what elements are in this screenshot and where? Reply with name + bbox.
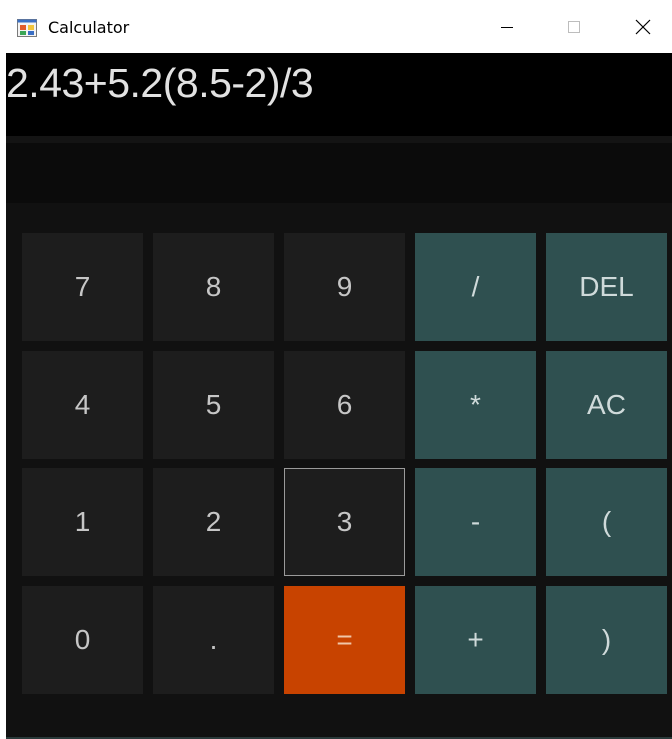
key-5[interactable]: 5 (153, 351, 274, 459)
minimize-icon (500, 20, 514, 39)
key-open-paren[interactable]: ( (546, 468, 667, 576)
key-equals[interactable]: = (284, 586, 405, 694)
key-close-paren[interactable]: ) (546, 586, 667, 694)
key-subtract[interactable]: - (415, 468, 536, 576)
key-add[interactable]: + (415, 586, 536, 694)
maximize-button[interactable] (539, 6, 609, 53)
key-all-clear[interactable]: AC (546, 351, 667, 459)
key-divide[interactable]: / (415, 233, 536, 341)
result-display (6, 143, 672, 203)
calculator-window: Calculator 2.43+5.2(8.5-2)/3 7 8 9 / DEL (6, 6, 672, 739)
key-3[interactable]: 3 (284, 468, 405, 576)
close-button[interactable] (608, 6, 672, 53)
key-4[interactable]: 4 (22, 351, 143, 459)
key-delete[interactable]: DEL (546, 233, 667, 341)
expression-text: 2.43+5.2(8.5-2)/3 (6, 60, 314, 106)
key-9[interactable]: 9 (284, 233, 405, 341)
key-decimal[interactable]: . (153, 586, 274, 694)
key-8[interactable]: 8 (153, 233, 274, 341)
display-divider (6, 136, 672, 143)
key-0[interactable]: 0 (22, 586, 143, 694)
key-2[interactable]: 2 (153, 468, 274, 576)
key-multiply[interactable]: * (415, 351, 536, 459)
close-icon (635, 19, 651, 40)
key-1[interactable]: 1 (22, 468, 143, 576)
window-title: Calculator (48, 18, 130, 37)
key-7[interactable]: 7 (22, 233, 143, 341)
calculator-app-icon (17, 19, 37, 37)
minimize-button[interactable] (472, 6, 542, 53)
title-bar[interactable]: Calculator (6, 6, 672, 53)
keypad: 7 8 9 / DEL 4 5 6 * AC 1 2 3 - ( 0 . = +… (6, 203, 672, 739)
expression-display[interactable]: 2.43+5.2(8.5-2)/3 (6, 53, 672, 136)
maximize-icon (567, 20, 581, 39)
key-6[interactable]: 6 (284, 351, 405, 459)
